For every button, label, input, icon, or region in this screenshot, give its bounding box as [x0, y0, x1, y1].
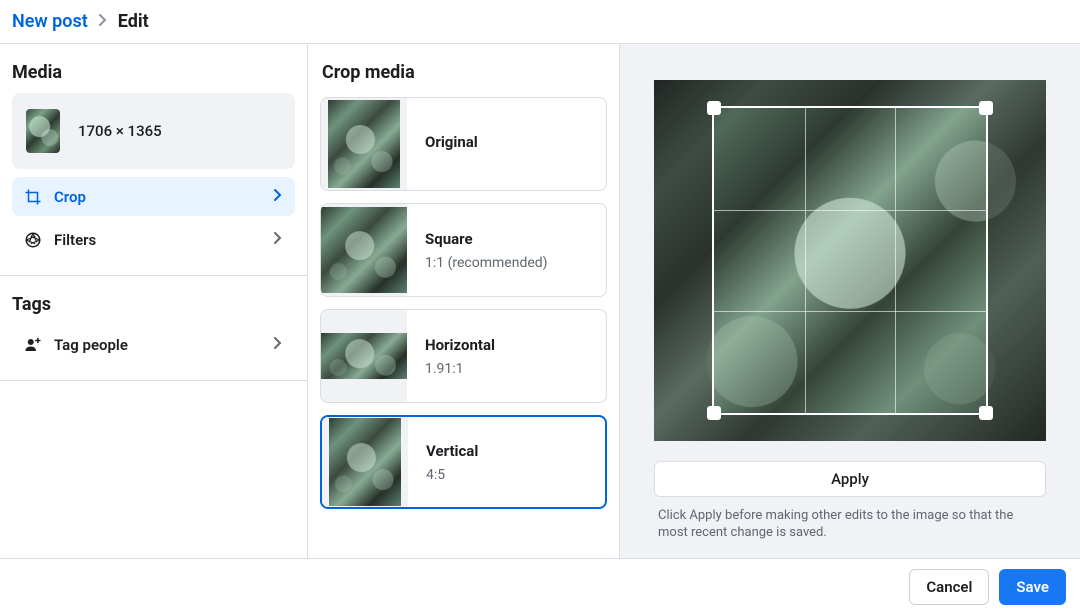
media-thumbnail — [26, 109, 60, 153]
crop-dim-overlay — [988, 80, 1046, 441]
aperture-icon — [24, 231, 42, 249]
tags-heading: Tags — [12, 294, 295, 315]
crop-option-original[interactable]: Original — [320, 97, 607, 191]
sidebar-item-label: Tag people — [54, 336, 261, 354]
crop-dim-overlay — [712, 80, 988, 106]
tag-person-icon — [24, 336, 42, 354]
crop-option-square[interactable]: Square 1:1 (recommended) — [320, 203, 607, 297]
sidebar-item-tag-people[interactable]: Tag people — [12, 325, 295, 364]
crop-option-subtitle: 1.91:1 — [425, 361, 464, 377]
crop-option-subtitle: 1:1 (recommended) — [425, 255, 548, 271]
breadcrumb-current: Edit — [118, 11, 149, 32]
apply-hint-text: Click Apply before making other edits to… — [654, 507, 1046, 542]
sidebar-item-filters[interactable]: Filters — [12, 220, 295, 259]
crop-grid-line — [714, 311, 986, 312]
sidebar-item-label: Crop — [54, 188, 261, 206]
crop-option-vertical[interactable]: Vertical 4:5 — [320, 415, 607, 509]
crop-grid-line — [895, 108, 896, 413]
sidebar-item-crop[interactable]: Crop — [12, 177, 295, 216]
crop-option-horizontal[interactable]: Horizontal 1.91:1 — [320, 309, 607, 403]
crop-thumb — [321, 207, 407, 293]
chevron-right-icon — [273, 335, 283, 354]
footer-bar: Cancel Save — [0, 558, 1080, 615]
crop-handle-top-right[interactable] — [979, 101, 993, 115]
media-dimensions: 1706 × 1365 — [78, 122, 162, 140]
media-heading: Media — [12, 62, 295, 83]
save-button[interactable]: Save — [999, 569, 1066, 605]
crop-option-title: Square — [425, 230, 548, 248]
crop-options-column: Crop media Original Square 1:1 (recommen… — [308, 44, 620, 558]
crop-option-title: Horizontal — [425, 336, 495, 354]
left-sidebar: Media 1706 × 1365 Crop Filters Tags — [0, 44, 308, 558]
sidebar-item-label: Filters — [54, 231, 261, 249]
crop-handle-top-left[interactable] — [707, 101, 721, 115]
crop-icon — [24, 188, 42, 206]
chevron-right-icon — [273, 230, 283, 249]
crop-thumb — [329, 418, 401, 506]
breadcrumb-new-post[interactable]: New post — [12, 11, 88, 32]
apply-button[interactable]: Apply — [654, 461, 1046, 497]
crop-grid-line — [714, 210, 986, 211]
crop-dim-overlay — [712, 415, 988, 441]
chevron-right-icon — [98, 14, 108, 30]
crop-media-heading: Crop media — [322, 62, 607, 83]
crop-option-subtitle: 4:5 — [426, 467, 445, 483]
crop-thumb — [321, 333, 407, 379]
crop-handle-bottom-right[interactable] — [979, 406, 993, 420]
crop-rectangle[interactable] — [712, 106, 988, 415]
preview-column: Apply Click Apply before making other ed… — [620, 44, 1080, 558]
crop-grid-line — [805, 108, 806, 413]
breadcrumb: New post Edit — [0, 0, 1080, 44]
crop-preview-stage[interactable] — [654, 80, 1046, 441]
chevron-right-icon — [273, 187, 283, 206]
crop-handle-bottom-left[interactable] — [707, 406, 721, 420]
media-thumbnail-card[interactable]: 1706 × 1365 — [12, 93, 295, 169]
crop-option-title: Vertical — [426, 442, 478, 460]
crop-dim-overlay — [654, 80, 712, 441]
cancel-button[interactable]: Cancel — [909, 569, 989, 605]
crop-thumb — [328, 100, 400, 188]
crop-option-title: Original — [425, 133, 478, 151]
